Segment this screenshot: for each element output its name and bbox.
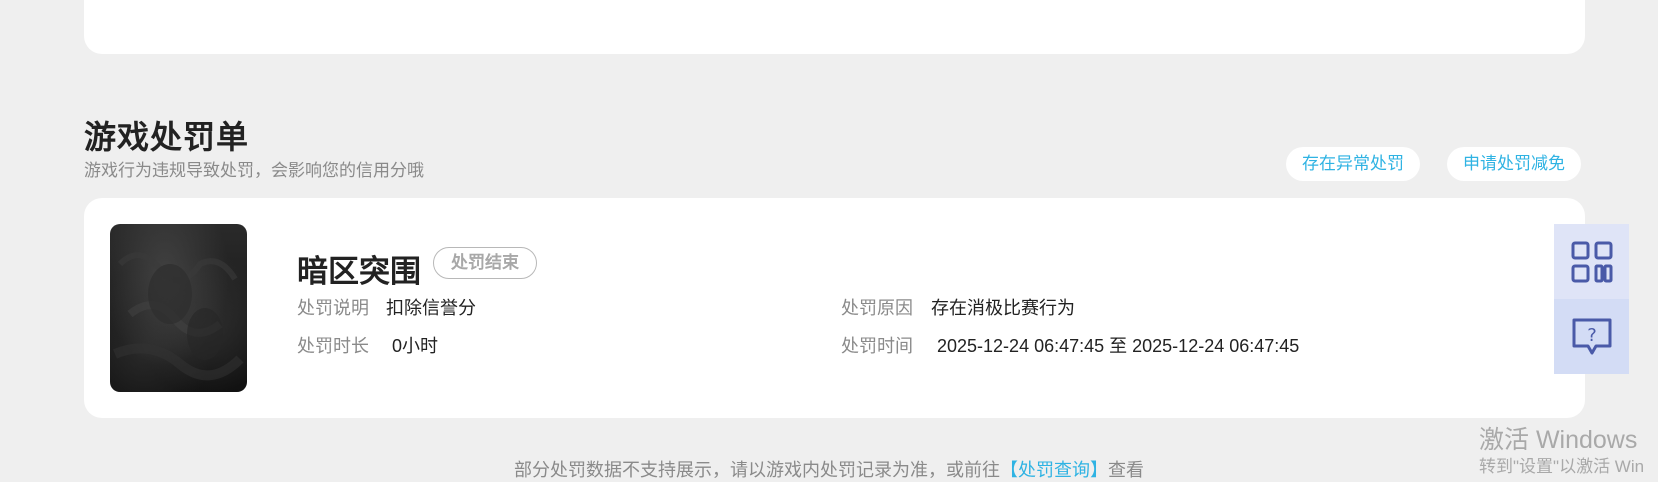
penalty-duration-label: 处罚时长 [297, 336, 369, 356]
penalty-time-label: 处罚时间 [841, 336, 913, 356]
game-name: 暗区突围 [297, 254, 421, 289]
footer-note-suffix: 查看 [1108, 460, 1144, 480]
penalty-status-badge: 处罚结束 [433, 247, 537, 279]
game-cover-art [113, 252, 244, 381]
section-title: 游戏处罚单 [84, 119, 250, 155]
penalty-reason-value: 存在消极比赛行为 [931, 298, 1075, 318]
penalty-time-value: 2025-12-24 06:47:45 至 2025-12-24 06:47:4… [937, 336, 1300, 356]
report-abnormal-penalty-button[interactable]: 存在异常处罚 [1286, 147, 1420, 181]
penalty-desc-value: 扣除信誉分 [386, 298, 476, 318]
penalty-record-card: 暗区突围 处罚结束 处罚说明 扣除信誉分 处罚原因 存在消极比赛行为 处罚时长 … [84, 198, 1585, 418]
qr-code-button[interactable] [1554, 224, 1629, 299]
penalty-duration-value: 0小时 [392, 336, 439, 356]
windows-activation-watermark: 激活 Windows 转到"设置"以激活 Win [1479, 425, 1644, 479]
previous-card [84, 0, 1585, 54]
footer-note-prefix: 部分处罚数据不支持展示，请以游戏内处罚记录为准，或前往 [514, 460, 1000, 480]
watermark-line1: 激活 Windows [1479, 426, 1638, 454]
side-float-toolbar: ? [1554, 224, 1629, 374]
watermark-line2: 转到"设置"以激活 Win [1479, 457, 1645, 476]
penalty-reason-label: 处罚原因 [841, 298, 913, 318]
svg-text:?: ? [1587, 325, 1597, 346]
qr-code-icon [1571, 241, 1612, 282]
game-cover-image [110, 224, 247, 392]
footer-note: 部分处罚数据不支持展示，请以游戏内处罚记录为准，或前往【处罚查询】查看 [0, 456, 1658, 482]
apply-penalty-reduction-button[interactable]: 申请处罚减免 [1447, 147, 1581, 181]
penalty-desc-label: 处罚说明 [297, 298, 369, 318]
help-button[interactable]: ? [1554, 299, 1629, 374]
penalty-query-link[interactable]: 【处罚查询】 [1000, 460, 1108, 480]
help-chat-icon: ? [1572, 318, 1611, 354]
section-subtitle: 游戏行为违规导致处罚，会影响您的信用分哦 [84, 161, 424, 180]
